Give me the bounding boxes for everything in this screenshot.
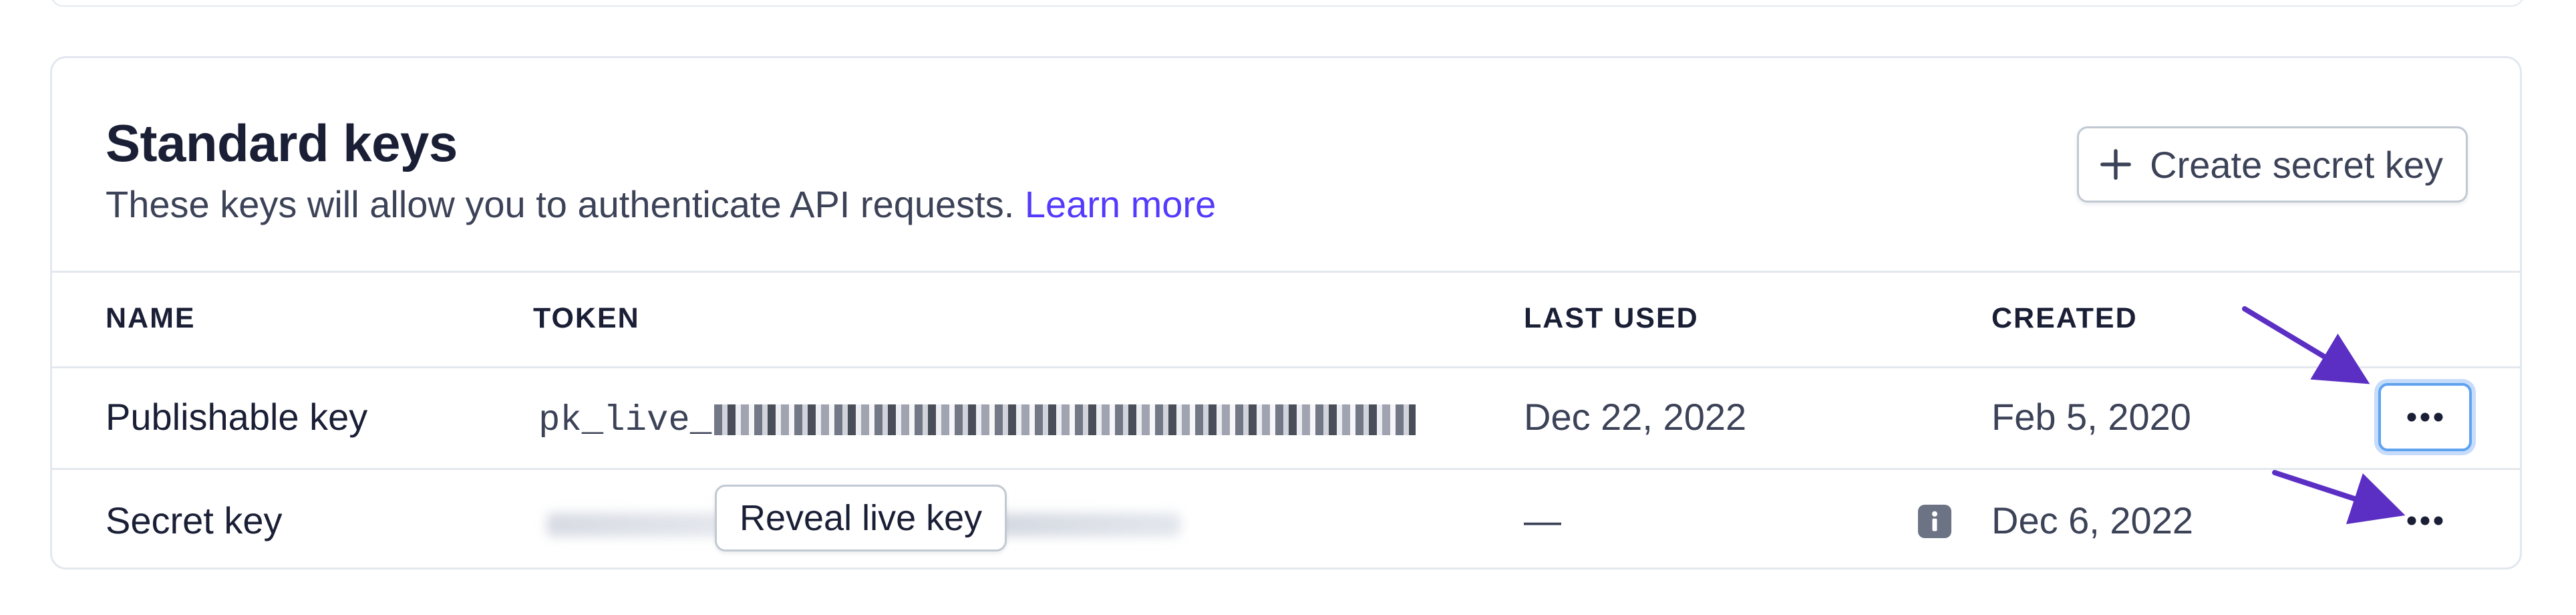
arrow-to-actions-button-1 xyxy=(2242,306,2370,384)
arrow-to-actions-button-2 xyxy=(2272,470,2406,525)
annotation-arrows xyxy=(2242,306,2406,525)
